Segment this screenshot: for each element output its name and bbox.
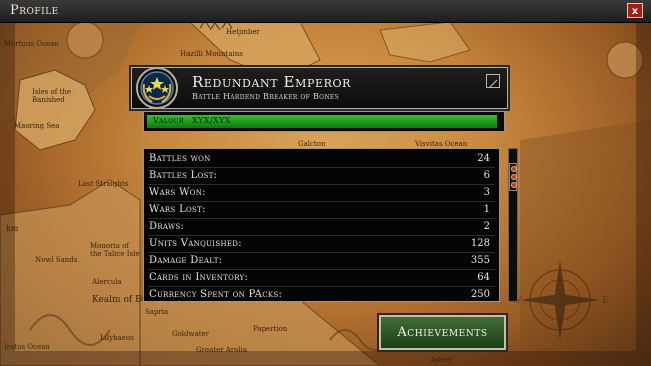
valour-label: Valour [153,116,184,125]
map-label: Iratus Ocean [4,343,50,351]
map-label: Galcton [298,140,326,148]
map-label: Visvitas Ocean [415,140,468,148]
stat-value: 2 [483,221,490,232]
stat-value: 128 [470,238,490,249]
window-title: Profile [10,3,59,18]
stat-value: 1 [483,204,490,215]
map-label: Maoring Sea [14,122,60,130]
map-label: Greater Aralia [196,346,248,354]
map-label: Nowl Sands [35,256,78,264]
stat-value: 3 [483,187,490,198]
scroll-thumb[interactable] [509,163,517,191]
stat-value: 64 [477,272,490,283]
map-label: Lilybaeus [100,334,134,342]
rank-wreath-stars-icon [133,66,181,112]
thumb-dot-icon [511,166,517,172]
stat-row: Units Vanquished: 128 [144,236,499,253]
map-label: Asteel [430,356,452,364]
map-label: Isles of the Banished [32,88,72,104]
close-icon: x [631,6,639,17]
player-title: Battle Hardend Breaker of Bones [192,92,340,101]
stat-label: Wars Won: [149,187,206,198]
close-button[interactable]: x [627,3,643,18]
stat-label: Cards in Inventory: [149,272,249,283]
thumb-dot-icon [511,174,517,180]
stats-list: Battles won 24 Battles Lost: 6 Wars Won:… [143,148,500,302]
stat-row: Currency Spent on PAcks: 250 [144,287,499,304]
map-label: Hazilli Mountains [180,50,243,58]
stat-label: Units Vanquished: [149,238,242,249]
stat-value: 250 [470,289,490,300]
title-bar: Profile x [0,0,651,23]
edit-pencil-icon [488,79,498,89]
stat-label: Damage Dealt: [149,255,223,266]
map-label: Hetjmber [226,28,260,36]
svg-text:E: E [602,296,609,306]
player-name: Redundant Emperor [192,73,351,91]
map-label: Alercula [92,278,122,286]
achievements-label: Achievements [397,325,488,340]
stat-row: Wars Lost: 1 [144,202,499,219]
map-label: Monoria of the Talice Isle [90,242,140,258]
stat-label: Battles Lost: [149,170,218,181]
stats-scrollbar[interactable] [508,148,518,302]
stat-row: Cards in Inventory: 64 [144,270,499,287]
stat-row: Wars Won: 3 [144,185,499,202]
stat-label: Draws: [149,221,185,232]
stat-label: Wars Lost: [149,204,206,215]
valour-value: XYX/XYX [192,116,231,125]
map-label: Goldwater [172,330,209,338]
stat-label: Battles won [149,153,211,164]
map-label: Mortuus Ocean [4,40,59,48]
valour-bar: Valour XYX/XYX [143,111,505,132]
thumb-dot-icon [511,182,517,188]
stat-row: Draws: 2 [144,219,499,236]
map-label: km [6,224,19,233]
map-label: Papertion [253,325,288,333]
stat-value: 355 [470,255,490,266]
stat-row: Battles Lost: 6 [144,168,499,185]
edit-profile-button[interactable] [486,74,500,89]
stat-value: 6 [483,170,490,181]
stat-row: Battles won 24 [144,151,499,168]
stat-label: Currency Spent on PAcks: [149,289,283,300]
achievements-button[interactable]: Achievements [379,315,506,350]
stat-value: 24 [477,153,490,164]
map-label: Lost Straights [78,180,129,188]
map-label: Sapria [145,308,169,316]
stat-row: Damage Dealt: 355 [144,253,499,270]
